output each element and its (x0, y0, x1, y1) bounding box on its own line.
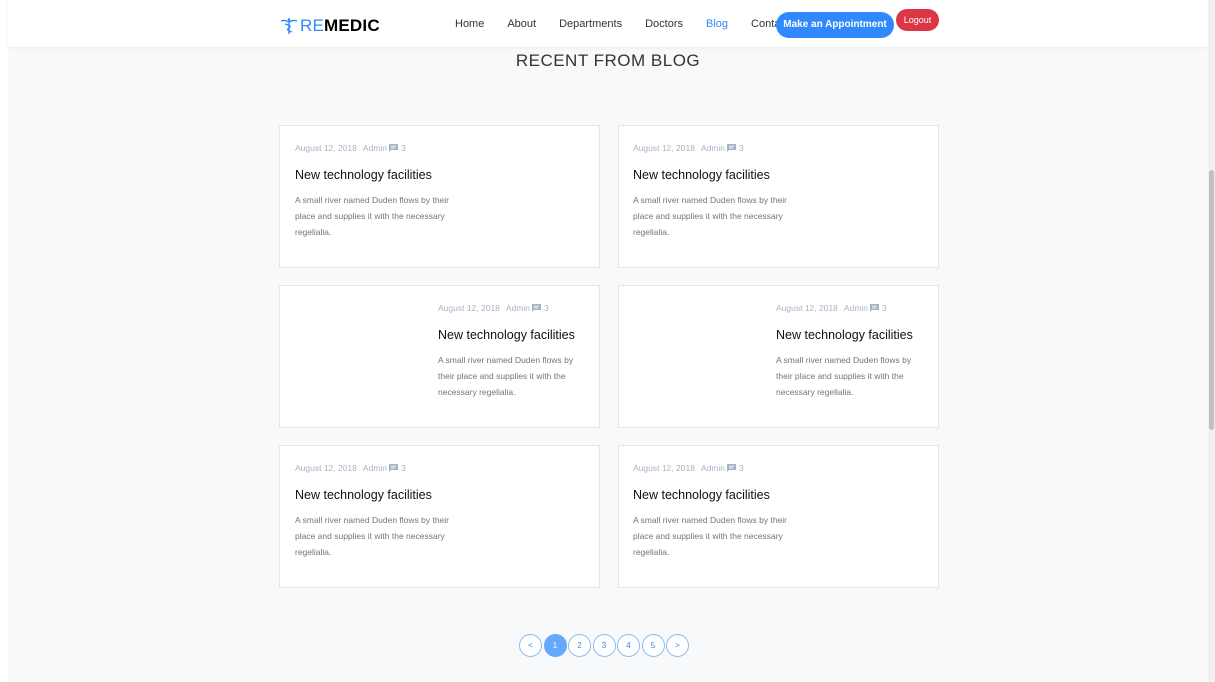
comment-icon (870, 304, 880, 312)
post-comment-count[interactable]: 3 (739, 143, 744, 153)
post-date[interactable]: August 12, 2018 (295, 143, 357, 153)
pagination-page-5[interactable]: 5 (641, 634, 665, 657)
page: RE MEDIC Home About Departments Doctors B… (8, 0, 1208, 682)
section-title: RECENT FROM BLOG (515, 51, 701, 70)
nav-departments[interactable]: Departments (559, 18, 622, 30)
nav-about[interactable]: About (507, 18, 536, 30)
post-author[interactable]: Admin (701, 463, 725, 473)
post-comment-count[interactable]: 3 (739, 463, 744, 473)
post-meta: August 12, 2018 Admin 3 (438, 303, 628, 313)
pagination-prev-button[interactable]: < (519, 634, 542, 657)
nav-doctors[interactable]: Doctors (645, 18, 683, 30)
post-comment-count[interactable]: 3 (401, 463, 406, 473)
post-excerpt: A small river named Duden flows by their… (776, 355, 912, 398)
comment-icon (727, 144, 737, 152)
post-meta: August 12, 2018 Admin 3 (776, 303, 966, 313)
pagination-page-2[interactable]: 2 (568, 634, 591, 657)
brand-re: RE (300, 16, 325, 35)
post-author[interactable]: Admin (844, 303, 868, 313)
comment-icon (389, 144, 399, 152)
post-title[interactable]: New technology facilities (776, 328, 966, 342)
post-title[interactable]: New technology facilities (633, 168, 823, 182)
blog-card[interactable]: August 12, 2018 Admin 3 New technology f… (618, 285, 939, 428)
post-excerpt: A small river named Duden flows by their… (438, 355, 574, 398)
pagination-page-4[interactable]: 4 (617, 634, 640, 657)
blog-card[interactable]: August 12, 2018 Admin 3 New technology f… (279, 445, 600, 588)
post-title[interactable]: New technology facilities (633, 488, 823, 502)
post-meta: August 12, 2018 Admin 3 (295, 143, 485, 153)
post-excerpt: A small river named Duden flows by their… (295, 195, 450, 238)
blog-card[interactable]: August 12, 2018 Admin 3 New technology f… (279, 285, 600, 428)
blog-card[interactable]: August 12, 2018 Admin 3 New technology f… (618, 445, 939, 588)
post-title[interactable]: New technology facilities (295, 168, 485, 182)
post-excerpt: A small river named Duden flows by their… (633, 515, 788, 558)
pagination-page-1[interactable]: 1 (543, 634, 567, 657)
nav-home[interactable]: Home (455, 18, 484, 30)
brand-medic: MEDIC (324, 16, 380, 35)
post-excerpt: A small river named Duden flows by their… (295, 515, 450, 558)
post-date[interactable]: August 12, 2018 (295, 463, 357, 473)
post-comment-count[interactable]: 3 (544, 303, 549, 313)
blog-card[interactable]: August 12, 2018 Admin 3 New technology f… (618, 125, 939, 268)
post-meta: August 12, 2018 Admin 3 (633, 463, 823, 473)
pagination: < 1 2 3 4 5 > (519, 634, 691, 657)
post-date[interactable]: August 12, 2018 (438, 303, 500, 313)
comment-icon (727, 464, 737, 472)
vertical-scrollbar[interactable] (1208, 0, 1215, 682)
post-author[interactable]: Admin (363, 143, 387, 153)
post-excerpt: A small river named Duden flows by their… (633, 195, 788, 238)
scrollbar-thumb[interactable] (1209, 170, 1214, 430)
nav-blog[interactable]: Blog (706, 18, 728, 30)
comment-icon (532, 304, 542, 312)
make-appointment-button[interactable]: Make an Appointment (776, 12, 894, 38)
pagination-next-button[interactable]: > (666, 634, 689, 657)
post-author[interactable]: Admin (506, 303, 530, 313)
logout-button[interactable]: Logout (896, 9, 939, 31)
post-comment-count[interactable]: 3 (882, 303, 887, 313)
post-date[interactable]: August 12, 2018 (776, 303, 838, 313)
post-comment-count[interactable]: 3 (401, 143, 406, 153)
pagination-page-3[interactable]: 3 (592, 634, 616, 657)
post-date[interactable]: August 12, 2018 (633, 143, 695, 153)
blog-card[interactable]: August 12, 2018 Admin 3 New technology f… (279, 125, 600, 268)
post-meta: August 12, 2018 Admin 3 (633, 143, 823, 153)
post-author[interactable]: Admin (363, 463, 387, 473)
post-title[interactable]: New technology facilities (438, 328, 628, 342)
post-author[interactable]: Admin (701, 143, 725, 153)
comment-icon (389, 464, 399, 472)
post-date[interactable]: August 12, 2018 (633, 463, 695, 473)
nav-menu: Home About Departments Doctors Blog Cont… (455, 18, 812, 30)
post-meta: August 12, 2018 Admin 3 (295, 463, 485, 473)
navbar: RE MEDIC Home About Departments Doctors B… (8, 0, 1208, 47)
caduceus-icon (280, 18, 298, 34)
brand-logo[interactable]: RE MEDIC (280, 16, 380, 36)
post-title[interactable]: New technology facilities (295, 488, 485, 502)
